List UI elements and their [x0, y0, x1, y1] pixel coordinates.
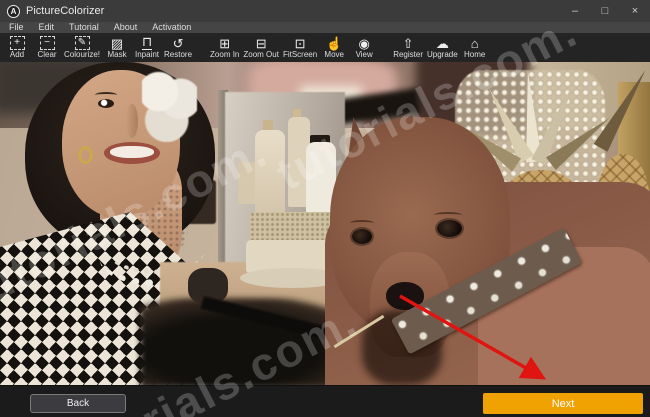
maximize-icon[interactable]: □ — [590, 0, 620, 22]
move-hand-icon: ☝ — [326, 35, 342, 50]
menu-item-about[interactable]: About — [114, 22, 138, 33]
photo-canvas[interactable] — [0, 62, 650, 385]
upgrade-button[interactable]: ☁ Upgrade — [425, 35, 460, 59]
clear-icon: − — [40, 36, 55, 50]
restore-label: Restore — [164, 51, 192, 59]
move-label: Move — [324, 51, 344, 59]
move-button[interactable]: ☝ Move — [319, 35, 349, 59]
menu-item-activation[interactable]: Activation — [152, 22, 191, 33]
mask-button[interactable]: ▨ Mask — [102, 35, 132, 59]
next-button[interactable]: Next — [483, 393, 643, 414]
zoom-in-button[interactable]: ⊞ Zoom In — [208, 35, 241, 59]
mask-label: Mask — [107, 51, 126, 59]
register-arrow-icon: ⇧ — [403, 35, 414, 50]
dog-eye — [352, 229, 372, 244]
fitscreen-icon: ⊡ — [295, 35, 306, 50]
home-label: Home — [464, 51, 485, 59]
gardenia-flower — [142, 70, 197, 142]
dog-brow — [350, 220, 374, 226]
app-window: A PictureColorizer – □ × File Edit Tutor… — [0, 0, 650, 417]
menu-item-tutorial[interactable]: Tutorial — [69, 22, 99, 33]
register-label: Register — [393, 51, 423, 59]
zoom-out-icon: ⊟ — [256, 35, 267, 50]
clear-label: Clear — [37, 51, 56, 59]
woman-teeth — [110, 146, 154, 158]
woman-eyebrow — [95, 92, 117, 98]
colourize-label: Colourize! — [64, 51, 100, 59]
window-title: PictureColorizer — [26, 5, 104, 17]
menu-item-edit[interactable]: Edit — [39, 22, 55, 33]
fitscreen-button[interactable]: ⊡ FitScreen — [281, 35, 319, 59]
home-button[interactable]: ⌂ Home — [460, 35, 490, 59]
back-button[interactable]: Back — [30, 394, 126, 413]
add-icon: + — [10, 36, 25, 50]
clear-button[interactable]: − Clear — [32, 35, 62, 59]
inpaint-label: Inpaint — [135, 51, 159, 59]
view-label: View — [356, 51, 373, 59]
zoom-out-button[interactable]: ⊟ Zoom Out — [241, 35, 281, 59]
title-bar: A PictureColorizer – □ × — [0, 0, 650, 22]
powder-box — [250, 212, 334, 242]
add-label: Add — [10, 51, 24, 59]
restore-icon: ↺ — [173, 35, 184, 50]
register-button[interactable]: ⇧ Register — [391, 35, 425, 59]
colourize-icon: ✎ — [75, 36, 90, 50]
close-icon[interactable]: × — [620, 0, 650, 22]
dog-brow — [434, 212, 462, 218]
colourize-button[interactable]: ✎ Colourize! — [62, 35, 102, 59]
dog-eye — [437, 220, 462, 237]
mask-icon: ▨ — [111, 35, 123, 50]
view-button[interactable]: ◉ View — [349, 35, 379, 59]
upgrade-cloud-icon: ☁ — [436, 35, 449, 50]
home-icon: ⌂ — [471, 35, 479, 50]
minimize-icon[interactable]: – — [560, 0, 590, 22]
menu-item-file[interactable]: File — [9, 22, 24, 33]
app-logo-icon: A — [7, 5, 20, 18]
restore-button[interactable]: ↺ Restore — [162, 35, 194, 59]
small-jar — [238, 162, 256, 204]
zoom-in-label: Zoom In — [210, 51, 239, 59]
inpaint-icon: ⊓ — [142, 35, 152, 50]
footer-bar: Back Next — [0, 385, 650, 417]
view-eye-icon: ◉ — [359, 35, 370, 50]
hoop-earring — [78, 146, 93, 164]
woman-eye — [98, 99, 114, 108]
window-controls: – □ × — [560, 0, 650, 22]
fitscreen-label: FitScreen — [283, 51, 317, 59]
add-button[interactable]: + Add — [2, 35, 32, 59]
upgrade-label: Upgrade — [427, 51, 458, 59]
menu-bar: File Edit Tutorial About Activation — [0, 22, 650, 33]
toolbar: + Add − Clear ✎ Colourize! ▨ Mask ⊓ Inpa… — [0, 33, 650, 62]
woman-nose — [126, 104, 138, 138]
zoom-out-label: Zoom Out — [243, 51, 279, 59]
zoom-in-icon: ⊞ — [219, 35, 230, 50]
inpaint-button[interactable]: ⊓ Inpaint — [132, 35, 162, 59]
